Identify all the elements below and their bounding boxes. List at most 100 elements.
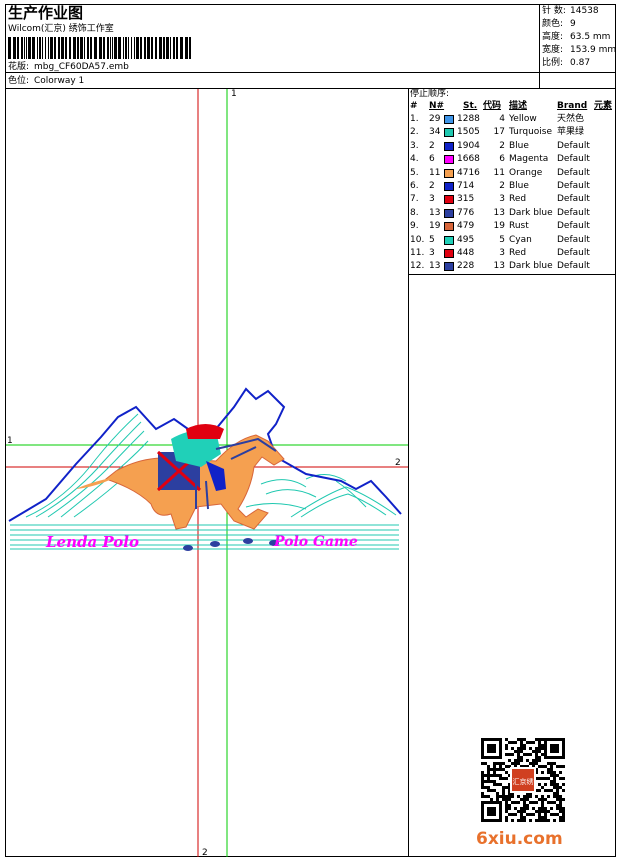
- design-barcode: [8, 37, 191, 59]
- row-brand: Default: [557, 234, 590, 245]
- stitches-label: 针 数:: [542, 6, 566, 16]
- stop-sequence-title: 停止顺序:: [410, 89, 450, 99]
- guide-label-top: 1: [231, 89, 237, 99]
- row-stitches: 4716: [457, 167, 480, 178]
- seal-text: 汇京绣: [513, 777, 534, 786]
- row-description: Dark blue: [509, 207, 553, 218]
- color-swatch: [444, 262, 454, 272]
- row-stitches: 479: [457, 221, 475, 232]
- row-brand: 苹果绿: [557, 127, 585, 138]
- page-title: 生产作业图: [8, 4, 84, 22]
- color-swatch: [444, 208, 454, 218]
- row-description: Turquoise: [509, 127, 553, 138]
- col-needle: N#: [429, 101, 445, 111]
- embroidery-preview: Lenda Polo Polo Game: [6, 89, 408, 857]
- row-index: 10.: [410, 234, 425, 245]
- row-code: 2: [499, 140, 505, 151]
- stop-sequence-header: # N# St. 代码 描述 Brand 元素: [409, 101, 617, 113]
- qr-code: 汇京绣: [481, 738, 565, 822]
- color-swatch: [444, 128, 454, 138]
- row-index: 8.: [410, 207, 419, 218]
- width-value: 153.9 mm: [570, 45, 617, 55]
- col-code: 代码: [483, 101, 502, 111]
- scale-label: 比例:: [542, 58, 564, 68]
- row-brand: Default: [557, 181, 590, 191]
- row-needle: 11: [429, 167, 441, 178]
- row-stitches: 495: [457, 234, 475, 245]
- stitches-value: 14538: [570, 6, 599, 16]
- row-stitches: 448: [457, 248, 475, 258]
- row-stitches: 1288: [457, 114, 480, 124]
- design-label: 花版:: [8, 62, 30, 72]
- row-index: 6.: [410, 181, 419, 191]
- color-swatch: [444, 235, 454, 245]
- row-code: 11: [493, 167, 505, 178]
- stop-sequence-row: 12. 13 228 13 Dark blue Default: [409, 261, 617, 274]
- company-name: Wilcom(汇京) 绣饰工作室: [8, 24, 114, 34]
- row-stitches: 1904: [457, 140, 480, 151]
- watermark-site: 6xiu.com: [476, 829, 563, 849]
- color-swatch: [444, 155, 454, 165]
- row-code: 3: [499, 248, 505, 258]
- stop-sequence-row: 9. 19 479 19 Rust Default: [409, 221, 617, 234]
- row-description: Blue: [509, 181, 529, 191]
- color-swatch: [444, 115, 454, 124]
- design-text-right: Polo Game: [273, 534, 358, 550]
- row-brand: Default: [557, 154, 590, 165]
- guide-label-left: 1: [7, 436, 13, 446]
- row-index: 9.: [410, 221, 419, 232]
- stop-sequence-row: 5. 11 4716 11 Orange Default: [409, 168, 617, 181]
- row-code: 17: [493, 127, 505, 138]
- colorway-value: Colorway 1: [34, 76, 85, 86]
- row-code: 2: [499, 181, 505, 191]
- row-code: 19: [493, 221, 505, 232]
- width-label: 宽度:: [542, 45, 564, 55]
- stop-sequence-row: 11. 3 448 3 Red Default: [409, 248, 617, 261]
- row-description: Red: [509, 248, 527, 258]
- design-file-name: mbg_CF60DA57.emb: [34, 62, 129, 72]
- stop-sequence-row: 6. 2 714 2 Blue Default: [409, 181, 617, 194]
- row-needle: 13: [429, 261, 441, 272]
- row-stitches: 776: [457, 207, 475, 218]
- row-stitches: 315: [457, 194, 475, 205]
- row-index: 12.: [410, 261, 425, 272]
- row-index: 5.: [410, 167, 419, 178]
- row-description: Yellow: [509, 114, 537, 124]
- color-swatch: [444, 249, 454, 258]
- row-code: 3: [499, 194, 505, 205]
- color-swatch: [444, 195, 454, 205]
- row-brand: Default: [557, 261, 590, 272]
- height-label: 高度:: [542, 32, 564, 42]
- color-swatch: [444, 168, 454, 178]
- row-needle: 2: [429, 181, 435, 191]
- scale-value: 0.87: [570, 58, 591, 68]
- row-index: 7.: [410, 194, 419, 205]
- row-needle: 6: [429, 154, 435, 165]
- stop-sequence-row: 4. 6 1668 6 Magenta Default: [409, 154, 617, 167]
- row-needle: 5: [429, 234, 435, 245]
- row-code: 6: [499, 154, 505, 165]
- colorway-label: 色位:: [8, 76, 30, 86]
- row-description: Orange: [509, 167, 543, 178]
- row-brand: Default: [557, 207, 590, 218]
- guide-label-right: 2: [395, 458, 401, 468]
- stop-sequence-row: 10. 5 495 5 Cyan Default: [409, 235, 617, 248]
- row-brand: Default: [557, 140, 590, 151]
- height-value: 63.5 mm: [570, 32, 611, 42]
- row-description: Blue: [509, 140, 529, 151]
- row-code: 13: [493, 207, 505, 218]
- row-code: 4: [499, 114, 505, 124]
- color-swatch: [444, 141, 454, 151]
- row-needle: 3: [429, 248, 435, 258]
- row-index: 3.: [410, 140, 419, 151]
- row-brand: 天然色: [557, 114, 585, 124]
- row-description: Cyan: [509, 234, 532, 245]
- row-index: 11.: [410, 248, 425, 258]
- stop-sequence-row: 3. 2 1904 2 Blue Default: [409, 141, 617, 154]
- stop-sequence-row: 1. 29 1288 4 Yellow 天然色: [409, 114, 617, 127]
- row-needle: 3: [429, 194, 435, 205]
- row-description: Rust: [509, 221, 529, 232]
- col-index: #: [410, 101, 418, 111]
- row-code: 13: [493, 261, 505, 272]
- row-stitches: 228: [457, 261, 475, 272]
